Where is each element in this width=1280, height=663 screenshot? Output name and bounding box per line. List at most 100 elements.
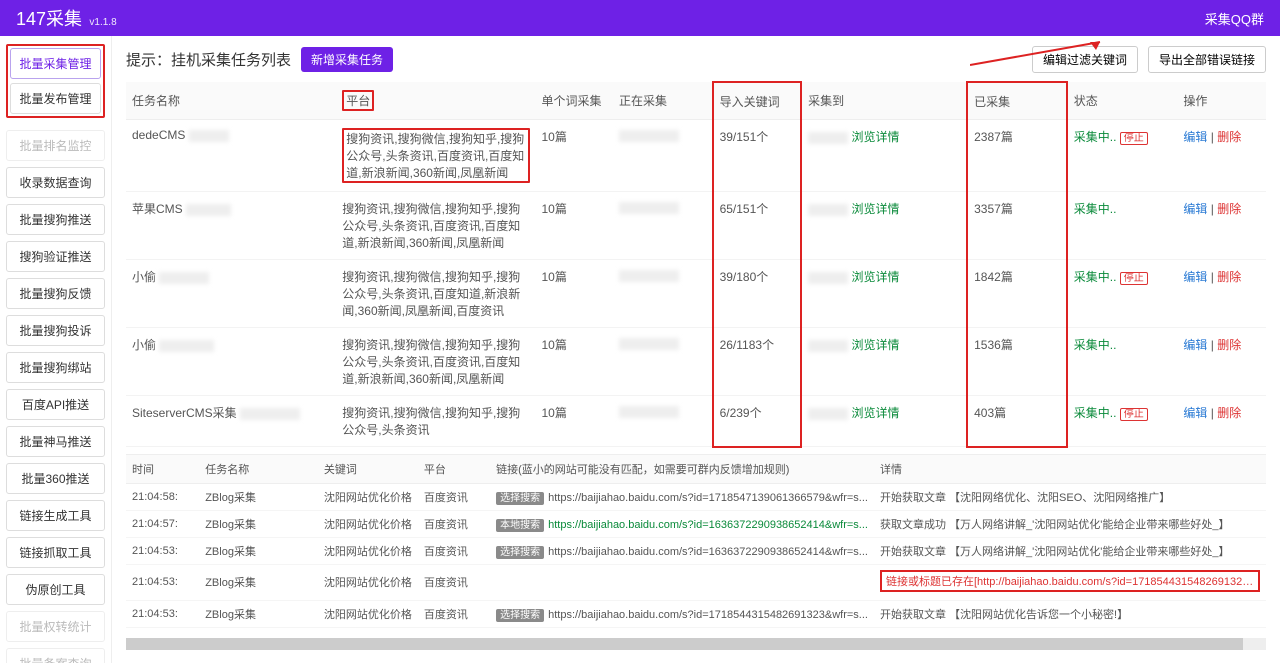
cell-collecting (613, 260, 713, 328)
sidebar-item-8[interactable]: 批量神马推送 (6, 426, 105, 457)
log-detail-text: 开始获取文章 【万人网络讲解_'沈阳网站优化'能给企业带来哪些好处_】 (880, 546, 1230, 558)
log-row: 21:04:52:ZBlog采集沈阳网站优化价格百度资讯本地搜索https://… (126, 627, 1266, 634)
sidebar-item-13[interactable]: 批量权转统计 (6, 611, 105, 642)
log-row: 21:04:53:ZBlog采集沈阳网站优化价格百度资讯选择搜索https://… (126, 600, 1266, 627)
sidebar-item-10[interactable]: 链接生成工具 (6, 500, 105, 531)
cell-status: 采集中.. (1067, 192, 1178, 260)
cell-to: 浏览详情 (801, 260, 967, 328)
view-detail-link[interactable]: 浏览详情 (851, 202, 899, 216)
sidebar-item-0[interactable]: 批量排名监控 (6, 130, 105, 161)
edit-link[interactable]: 编辑 (1183, 338, 1207, 352)
th-done: 已采集 (967, 82, 1067, 120)
cell-ops: 编辑 | 删除 (1177, 328, 1266, 396)
log-url[interactable]: https://baijiahao.baidu.com/s?id=1718544… (548, 609, 868, 621)
cell-single: 10篇 (536, 192, 613, 260)
log-platform: 百度资讯 (418, 564, 490, 600)
log-task: ZBlog采集 (199, 510, 318, 537)
cell-keywords: 39/180个 (713, 260, 802, 328)
log-th-platform: 平台 (418, 455, 490, 484)
export-errors-button[interactable]: 导出全部错误链接 (1148, 46, 1266, 73)
sidebar-top-item-0[interactable]: 批量采集管理 (10, 48, 101, 79)
task-row: 小偷 搜狗资讯,搜狗微信,搜狗知乎,搜狗公众号,头条资讯,百度资讯,百度知道,新… (126, 328, 1266, 396)
log-task: ZBlog采集 (199, 537, 318, 564)
delete-link[interactable]: 删除 (1217, 130, 1241, 144)
th-collect-to: 采集到 (801, 82, 967, 120)
delete-link[interactable]: 删除 (1217, 406, 1241, 420)
toolbar: 提示：挂机采集任务列表 新增采集任务 编辑过滤关键词 导出全部错误链接 (126, 46, 1266, 73)
log-url[interactable]: https://baijiahao.baidu.com/s?id=1718547… (548, 492, 868, 504)
sidebar-top-item-1[interactable]: 批量发布管理 (10, 83, 101, 114)
cell-platform: 搜狗资讯,搜狗微信,搜狗知乎,搜狗公众号,头条资讯,百度资讯,百度知道,新浪新闻… (336, 120, 535, 192)
sidebar-item-5[interactable]: 批量搜狗投诉 (6, 315, 105, 346)
view-detail-link[interactable]: 浏览详情 (851, 338, 899, 352)
sidebar-item-11[interactable]: 链接抓取工具 (6, 537, 105, 568)
sidebar-item-12[interactable]: 伪原创工具 (6, 574, 105, 605)
cell-to: 浏览详情 (801, 328, 967, 396)
log-task: ZBlog采集 (199, 627, 318, 634)
log-detail: 开始获取文章 【沈阳网站优化告诉您一个小秘密!】 (874, 600, 1266, 627)
link-tag: 选择搜索 (496, 492, 544, 505)
task-row: dedeCMS 搜狗资讯,搜狗微信,搜狗知乎,搜狗公众号,头条资讯,百度资讯,百… (126, 120, 1266, 192)
edit-filter-button[interactable]: 编辑过滤关键词 (1032, 46, 1138, 73)
log-link: 选择搜索 https://baijiahao.baidu.com/s?id=171… (490, 600, 874, 627)
th-platform: 平台 (336, 82, 535, 120)
cell-status: 采集中.. 停止 (1067, 396, 1178, 447)
cell-collecting (613, 192, 713, 260)
log-detail: 链接或标题已存在[http://baijiahao.baidu.com/s?id… (874, 564, 1266, 600)
cell-keywords: 26/1183个 (713, 328, 802, 396)
view-detail-link[interactable]: 浏览详情 (851, 406, 899, 420)
log-platform: 百度资讯 (418, 483, 490, 510)
edit-link[interactable]: 编辑 (1183, 406, 1207, 420)
log-platform: 百度资讯 (418, 600, 490, 627)
view-detail-link[interactable]: 浏览详情 (851, 270, 899, 284)
link-tag: 选择搜索 (496, 609, 544, 622)
log-link: 选择搜索https://baijiahao.baidu.com/s?id=163… (490, 537, 874, 564)
th-collecting: 正在采集 (613, 82, 713, 120)
cell-platform: 搜狗资讯,搜狗微信,搜狗知乎,搜狗公众号,头条资讯,百度资讯,百度知道,新浪新闻… (336, 192, 535, 260)
log-keyword: 沈阳网站优化价格 (318, 564, 418, 600)
horizontal-scrollbar[interactable] (126, 638, 1266, 650)
delete-link[interactable]: 删除 (1217, 270, 1241, 284)
log-link: 本地搜索 https://baijiahao.baidu.com/s?id=163… (490, 510, 874, 537)
sidebar-item-9[interactable]: 批量360推送 (6, 463, 105, 494)
qq-group-link[interactable]: 采集QQ群 (1205, 9, 1264, 28)
log-th-link: 链接(蓝小的网站可能没有匹配，如需要可群内反馈增加规则) (490, 455, 874, 484)
link-tag: 本地搜索 (496, 519, 544, 532)
edit-link[interactable]: 编辑 (1183, 130, 1207, 144)
log-keyword: 沈阳网站优化价格 (318, 537, 418, 564)
log-th-task: 任务名称 (199, 455, 318, 484)
edit-link[interactable]: 编辑 (1183, 270, 1207, 284)
th-keywords: 导入关键词 (713, 82, 802, 120)
cell-platform: 搜狗资讯,搜狗微信,搜狗知乎,搜狗公众号,头条资讯,百度知道,新浪新闻,360新… (336, 260, 535, 328)
th-ops: 操作 (1177, 82, 1266, 120)
tasks-table: 任务名称 平台 单个词采集 正在采集 导入关键词 采集到 已采集 状态 操作 d… (126, 81, 1266, 448)
sidebar-item-2[interactable]: 批量搜狗推送 (6, 204, 105, 235)
cell-single: 10篇 (536, 328, 613, 396)
sidebar-item-6[interactable]: 批量搜狗绑站 (6, 352, 105, 383)
cell-done: 3357篇 (967, 192, 1067, 260)
log-url[interactable]: https://baijiahao.baidu.com/s?id=1636372… (548, 519, 868, 531)
log-row: 21:04:57:ZBlog采集沈阳网站优化价格百度资讯本地搜索https://… (126, 510, 1266, 537)
log-platform: 百度资讯 (418, 627, 490, 634)
view-detail-link[interactable]: 浏览详情 (851, 130, 899, 144)
sidebar-item-1[interactable]: 收录数据查询 (6, 167, 105, 198)
log-detail: 开始获取文章 【沈阳网络优化、沈阳SEO、沈阳网络推广】 (874, 483, 1266, 510)
add-task-button[interactable]: 新增采集任务 (301, 47, 393, 72)
edit-link[interactable]: 编辑 (1183, 202, 1207, 216)
logs-table: 时间 任务名称 关键词 平台 链接(蓝小的网站可能没有匹配，如需要可群内反馈增加… (126, 455, 1266, 634)
log-platform: 百度资讯 (418, 537, 490, 564)
tasks-header-row: 任务名称 平台 单个词采集 正在采集 导入关键词 采集到 已采集 状态 操作 (126, 82, 1266, 120)
log-keyword: 沈阳网站优化价格 (318, 627, 418, 634)
delete-link[interactable]: 删除 (1217, 338, 1241, 352)
cell-name: dedeCMS (126, 120, 336, 192)
delete-link[interactable]: 删除 (1217, 202, 1241, 216)
cell-to: 浏览详情 (801, 396, 967, 447)
sidebar-item-7[interactable]: 百度API推送 (6, 389, 105, 420)
th-name: 任务名称 (126, 82, 336, 120)
sidebar-item-4[interactable]: 批量搜狗反馈 (6, 278, 105, 309)
sidebar-item-3[interactable]: 搜狗验证推送 (6, 241, 105, 272)
log-url[interactable]: https://baijiahao.baidu.com/s?id=1636372… (548, 546, 868, 558)
app-header: 147采集 v1.1.8 采集QQ群 (0, 0, 1280, 36)
sidebar-item-14[interactable]: 批量备案查询 (6, 648, 105, 663)
page-hint: 提示：挂机采集任务列表 (126, 49, 291, 70)
